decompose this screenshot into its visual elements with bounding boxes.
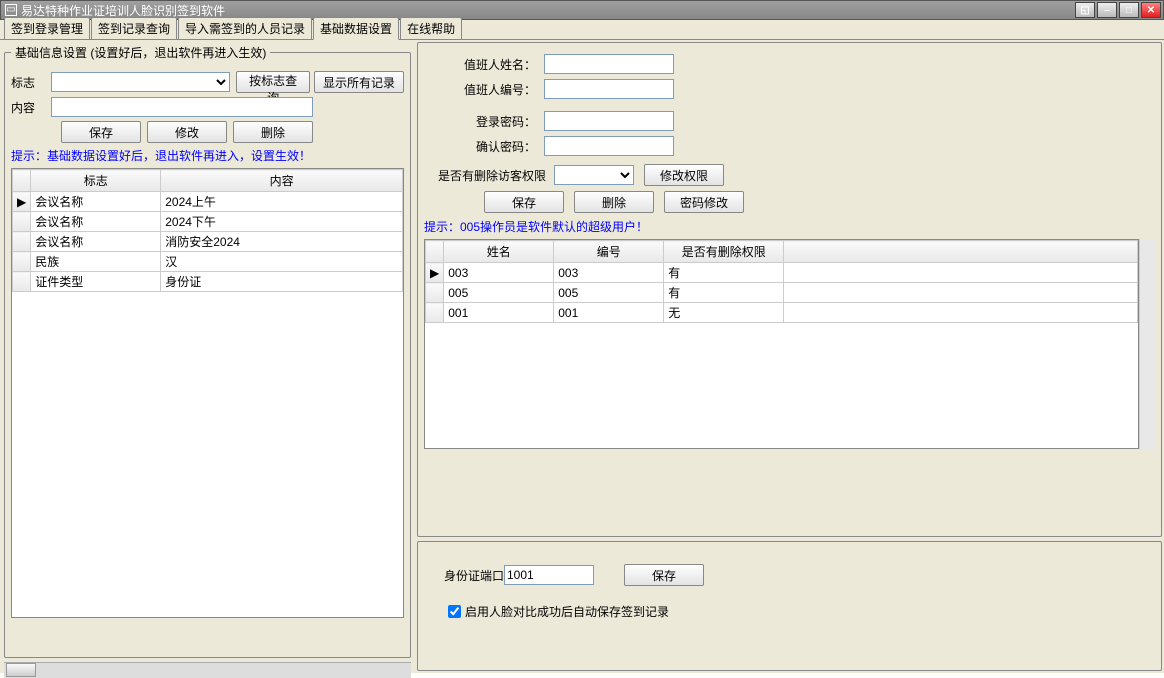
tab-login-manage[interactable]: 签到登录管理 (4, 17, 90, 39)
flag-label: 标志 (11, 74, 51, 91)
operator-hint-text: 提示：005操作员是软件默认的超级用户！ (424, 218, 1155, 235)
auto-save-checkbox[interactable] (448, 605, 461, 618)
operator-delete-button[interactable]: 删除 (574, 191, 654, 213)
left-grid-marker-header (13, 170, 31, 192)
delete-perm-label: 是否有删除访客权限 (424, 167, 554, 184)
close-button[interactable]: ✕ (1141, 2, 1161, 18)
idcard-save-button[interactable]: 保存 (624, 564, 704, 586)
pwd-modify-button[interactable]: 密码修改 (664, 191, 744, 213)
tab-basic-settings[interactable]: 基础数据设置 (313, 17, 399, 40)
left-save-button[interactable]: 保存 (61, 121, 141, 143)
table-row[interactable]: ▶会议名称2024上午 (13, 192, 403, 212)
content-area: 基础信息设置 (设置好后，退出软件再进入生效) 标志 按标志查询 显示所有记录 … (0, 40, 1164, 673)
operator-grid[interactable]: 姓名 编号 是否有删除权限 ▶003003有005005有001001无 (424, 239, 1139, 449)
operator-settings-box: 值班人姓名： 值班人编号： 登录密码： 确认密码： 是否有删除访客权限 修改权限 (417, 42, 1162, 537)
table-row[interactable]: 证件类型身份证 (13, 272, 403, 292)
confirm-pwd-input[interactable] (544, 136, 674, 156)
table-row[interactable]: 005005有 (426, 283, 1138, 303)
operator-save-button[interactable]: 保存 (484, 191, 564, 213)
op-grid-header-no: 编号 (554, 241, 664, 263)
left-delete-button[interactable]: 删除 (233, 121, 313, 143)
minimize-button[interactable]: – (1097, 2, 1117, 18)
duty-name-label: 值班人姓名： (424, 56, 544, 73)
right-panel: 值班人姓名： 值班人编号： 登录密码： 确认密码： 是否有删除访客权限 修改权限 (415, 40, 1164, 673)
idcard-port-label: 身份证端口 (424, 567, 504, 584)
operator-grid-vscroll[interactable] (1139, 239, 1155, 449)
duty-name-input[interactable] (544, 54, 674, 74)
window-title: 易达特种作业证培训人脸识别签到软件 (21, 2, 1075, 19)
left-grid[interactable]: 标志 内容 ▶会议名称2024上午会议名称2024下午会议名称消防安全2024民… (11, 168, 404, 618)
left-modify-button[interactable]: 修改 (147, 121, 227, 143)
op-grid-header-spacer (784, 241, 1138, 263)
flag-combo[interactable] (51, 72, 230, 92)
modify-perm-button[interactable]: 修改权限 (644, 164, 724, 186)
table-row[interactable]: ▶003003有 (426, 263, 1138, 283)
table-row[interactable]: 民族汉 (13, 252, 403, 272)
idcard-settings-box: 身份证端口 保存 启用人脸对比成功后自动保存签到记录 (417, 541, 1162, 671)
left-scrollbar[interactable] (4, 662, 411, 678)
content-label: 内容 (11, 99, 51, 116)
basic-info-group: 基础信息设置 (设置好后，退出软件再进入生效) 标志 按标志查询 显示所有记录 … (4, 44, 411, 658)
basic-info-legend: 基础信息设置 (设置好后，退出软件再进入生效) (11, 44, 270, 61)
restore-button[interactable]: ◱ (1075, 2, 1095, 18)
tab-import-records[interactable]: 导入需签到的人员记录 (178, 17, 312, 39)
left-hint-text: 提示：基础数据设置好后，退出软件再进入，设置生效！ (11, 147, 404, 164)
content-input[interactable] (51, 97, 313, 117)
login-pwd-label: 登录密码： (424, 113, 544, 130)
left-panel: 基础信息设置 (设置好后，退出软件再进入生效) 标志 按标志查询 显示所有记录 … (0, 40, 415, 673)
tab-record-query[interactable]: 签到记录查询 (91, 17, 177, 39)
left-grid-header-content: 内容 (161, 170, 403, 192)
login-pwd-input[interactable] (544, 111, 674, 131)
op-grid-header-name: 姓名 (444, 241, 554, 263)
duty-no-label: 值班人编号： (424, 81, 544, 98)
table-row[interactable]: 会议名称2024下午 (13, 212, 403, 232)
table-row[interactable]: 会议名称消防安全2024 (13, 232, 403, 252)
app-icon: ▭ (5, 4, 17, 16)
delete-perm-combo[interactable] (554, 165, 634, 185)
query-by-flag-button[interactable]: 按标志查询 (236, 71, 310, 93)
duty-no-input[interactable] (544, 79, 674, 99)
idcard-port-input[interactable] (504, 565, 594, 585)
auto-save-label: 启用人脸对比成功后自动保存签到记录 (465, 603, 669, 620)
maximize-button[interactable]: □ (1119, 2, 1139, 18)
tab-online-help[interactable]: 在线帮助 (400, 17, 462, 39)
op-grid-marker-header (426, 241, 444, 263)
tab-bar: 签到登录管理 签到记录查询 导入需签到的人员记录 基础数据设置 在线帮助 (0, 20, 1164, 40)
show-all-button[interactable]: 显示所有记录 (314, 71, 404, 93)
confirm-pwd-label: 确认密码： (424, 138, 544, 155)
left-grid-header-flag: 标志 (31, 170, 161, 192)
op-grid-header-perm: 是否有删除权限 (664, 241, 784, 263)
table-row[interactable]: 001001无 (426, 303, 1138, 323)
